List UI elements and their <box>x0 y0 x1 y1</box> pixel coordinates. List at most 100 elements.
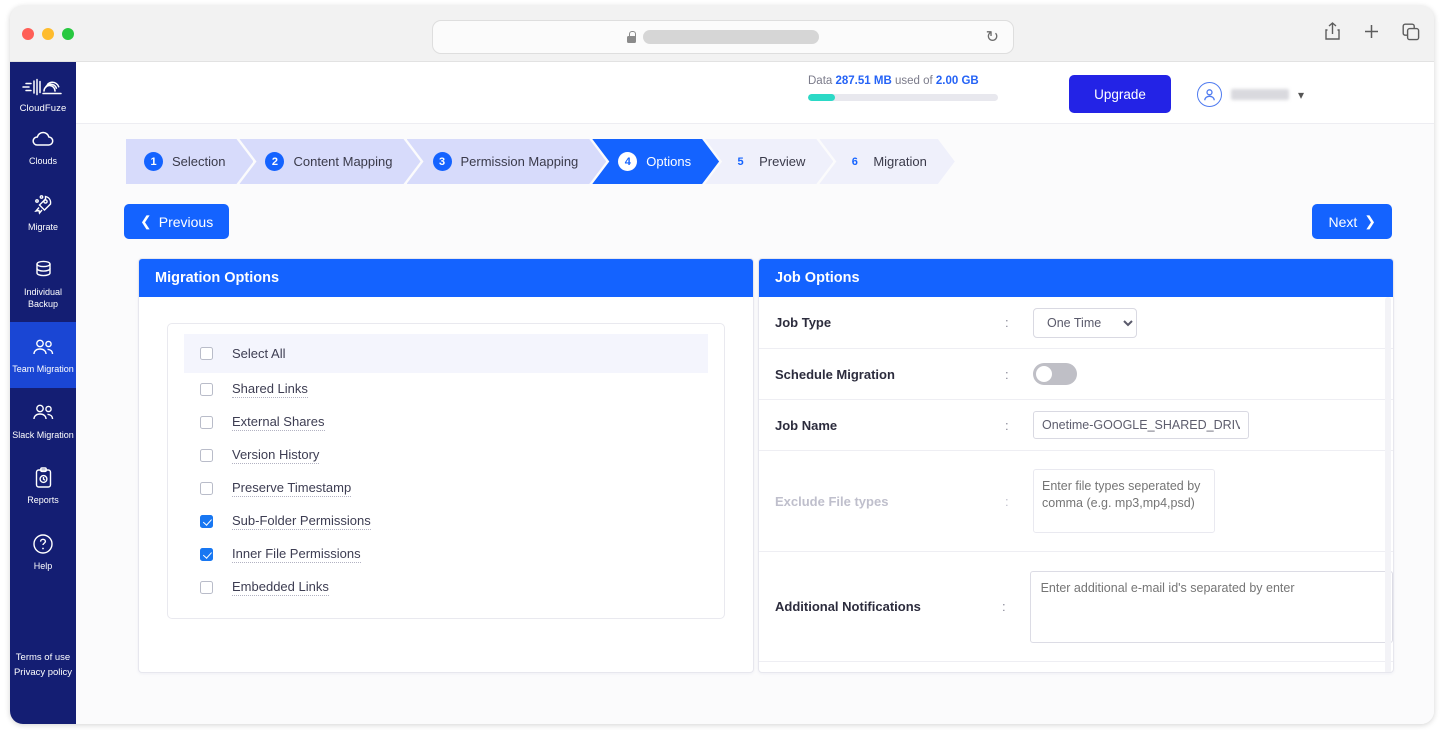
additional-notifications-row: Additional Notifications : <box>759 552 1393 662</box>
sidebar-item-label: Clouds <box>28 156 57 166</box>
plus-icon[interactable] <box>1363 23 1380 45</box>
step-label: Content Mapping <box>293 154 393 169</box>
job-options-panel: Job Options Job Type : One Time Schedule… <box>758 258 1394 673</box>
option-row-inner-file-permissions[interactable]: Inner File Permissions <box>168 538 724 571</box>
option-label: Sub-Folder Permissions <box>232 513 371 530</box>
chevron-down-icon: ▾ <box>1297 87 1304 102</box>
step-selection[interactable]: 1 Selection <box>126 139 253 184</box>
option-label: Preserve Timestamp <box>232 480 352 497</box>
lock-icon <box>627 31 636 43</box>
step-number: 4 <box>618 152 637 171</box>
privacy-policy-link[interactable]: Privacy policy <box>10 665 76 680</box>
account-name-redacted <box>1230 89 1289 100</box>
next-button[interactable]: Next ❯ <box>1312 204 1392 239</box>
share-icon[interactable] <box>1324 22 1341 46</box>
main-content: Data 287.51 MB used of 2.00 GB Upgrade ▾… <box>76 62 1434 724</box>
clipboard-icon <box>12 466 74 490</box>
address-bar[interactable]: ↻ <box>432 20 1014 54</box>
avatar <box>1196 82 1222 107</box>
people-icon <box>12 335 74 359</box>
option-row-preserve-timestamp[interactable]: Preserve Timestamp <box>168 472 724 505</box>
option-row-sub-folder-permissions[interactable]: Sub-Folder Permissions <box>168 505 724 538</box>
checkbox-external-shares[interactable] <box>200 416 213 429</box>
terms-of-use-link[interactable]: Terms of use <box>10 650 76 665</box>
step-number: 2 <box>265 152 284 171</box>
window-traffic-lights <box>22 28 74 40</box>
step-label: Selection <box>172 154 226 169</box>
sidebar-item-individual-backup[interactable]: Individual Backup <box>10 245 76 322</box>
checkbox-shared-links[interactable] <box>200 383 213 396</box>
previous-button[interactable]: ❮ Previous <box>124 204 230 239</box>
job-type-label: Job Type <box>775 315 832 330</box>
checkbox-version-history[interactable] <box>200 449 213 462</box>
option-row-select-all[interactable]: Select All <box>184 334 708 373</box>
tabs-icon[interactable] <box>1402 23 1420 46</box>
step-options[interactable]: 4 Options <box>592 139 719 184</box>
minimize-window-button[interactable] <box>42 28 54 40</box>
sidebar-item-reports[interactable]: Reports <box>10 453 76 519</box>
options-panels: Migration Options Select All Shared Link… <box>76 258 1434 724</box>
schedule-migration-row: Schedule Migration : <box>759 349 1393 400</box>
schedule-migration-toggle[interactable] <box>1033 363 1077 385</box>
step-permission-mapping[interactable]: 3 Permission Mapping <box>407 139 607 184</box>
sidebar-item-team-migration[interactable]: Team Migration <box>10 322 76 388</box>
sidebar-item-slack-migration[interactable]: Slack Migration <box>10 388 76 454</box>
step-content-mapping[interactable]: 2 Content Mapping <box>239 139 420 184</box>
checkbox-embedded-links[interactable] <box>200 581 213 594</box>
option-label: Embedded Links <box>232 579 329 596</box>
people-icon <box>12 401 74 425</box>
sidebar-item-label: Team Migration <box>12 364 74 374</box>
row-colon: : <box>1005 493 1009 509</box>
next-label: Next <box>1328 213 1358 230</box>
browser-window: ↻ CloudFuze Clouds Migrate Individual Ba… <box>10 6 1434 724</box>
sidebar-item-label: Migrate <box>27 221 58 232</box>
row-colon: : <box>1001 599 1006 614</box>
chevron-left-icon: ❮ <box>140 213 152 229</box>
checkbox-sub-folder-permissions[interactable] <box>200 515 213 528</box>
account-menu[interactable]: ▾ <box>1196 82 1304 107</box>
option-row-external-shares[interactable]: External Shares <box>168 406 724 439</box>
job-type-select[interactable]: One Time <box>1033 307 1137 338</box>
usage-progress-bar <box>808 94 998 101</box>
row-colon: : <box>1005 417 1009 433</box>
job-type-row: Job Type : One Time <box>759 297 1393 349</box>
migration-options-title: Migration Options <box>139 259 753 297</box>
exclude-file-types-input[interactable] <box>1033 469 1215 533</box>
checkbox-select-all[interactable] <box>200 347 213 360</box>
option-label: Version History <box>232 447 320 464</box>
data-usage: Data 287.51 MB used of 2.00 GB <box>808 75 998 101</box>
app-header: Data 287.51 MB used of 2.00 GB Upgrade ▾ <box>76 62 1434 124</box>
browser-chrome: ↻ <box>10 6 1434 62</box>
maximize-window-button[interactable] <box>62 28 74 40</box>
schedule-migration-label: Schedule Migration <box>775 366 895 382</box>
step-number: 5 <box>737 155 744 168</box>
option-row-version-history[interactable]: Version History <box>168 439 724 472</box>
option-label: External Shares <box>232 414 325 431</box>
step-number: 1 <box>144 152 163 171</box>
step-label: Permission Mapping <box>460 154 579 169</box>
sidebar-item-label: Slack Migration <box>12 429 74 440</box>
option-row-shared-links[interactable]: Shared Links <box>168 373 724 406</box>
brand-logo[interactable]: CloudFuze <box>20 76 67 114</box>
job-options-title: Job Options <box>759 259 1393 297</box>
sidebar-item-migrate[interactable]: Migrate <box>10 180 76 246</box>
reload-icon[interactable]: ↻ <box>986 30 999 46</box>
sidebar-item-clouds[interactable]: Clouds <box>10 114 76 180</box>
migration-stepper: 1 Selection 2 Content Mapping 3 Permissi… <box>126 139 955 184</box>
close-window-button[interactable] <box>22 28 34 40</box>
option-row-embedded-links[interactable]: Embedded Links <box>168 571 724 604</box>
additional-notifications-input[interactable] <box>1029 570 1393 643</box>
job-name-input[interactable] <box>1033 411 1249 439</box>
step-migration[interactable]: 6 Migration <box>819 139 954 184</box>
rocket-icon <box>12 193 74 217</box>
sidebar-footer: Terms of use Privacy policy <box>10 650 76 680</box>
data-usage-text: Data 287.51 MB used of 2.00 GB <box>808 75 998 87</box>
usage-prefix: Data <box>808 75 833 87</box>
step-preview[interactable]: 5 Preview <box>705 139 833 184</box>
checkbox-inner-file-permissions[interactable] <box>200 548 213 561</box>
upgrade-button[interactable]: Upgrade <box>1069 75 1171 113</box>
database-icon <box>12 258 74 282</box>
job-options-scrollbar[interactable] <box>1385 297 1391 672</box>
checkbox-preserve-timestamp[interactable] <box>200 482 213 495</box>
sidebar-item-help[interactable]: Help <box>10 519 76 585</box>
